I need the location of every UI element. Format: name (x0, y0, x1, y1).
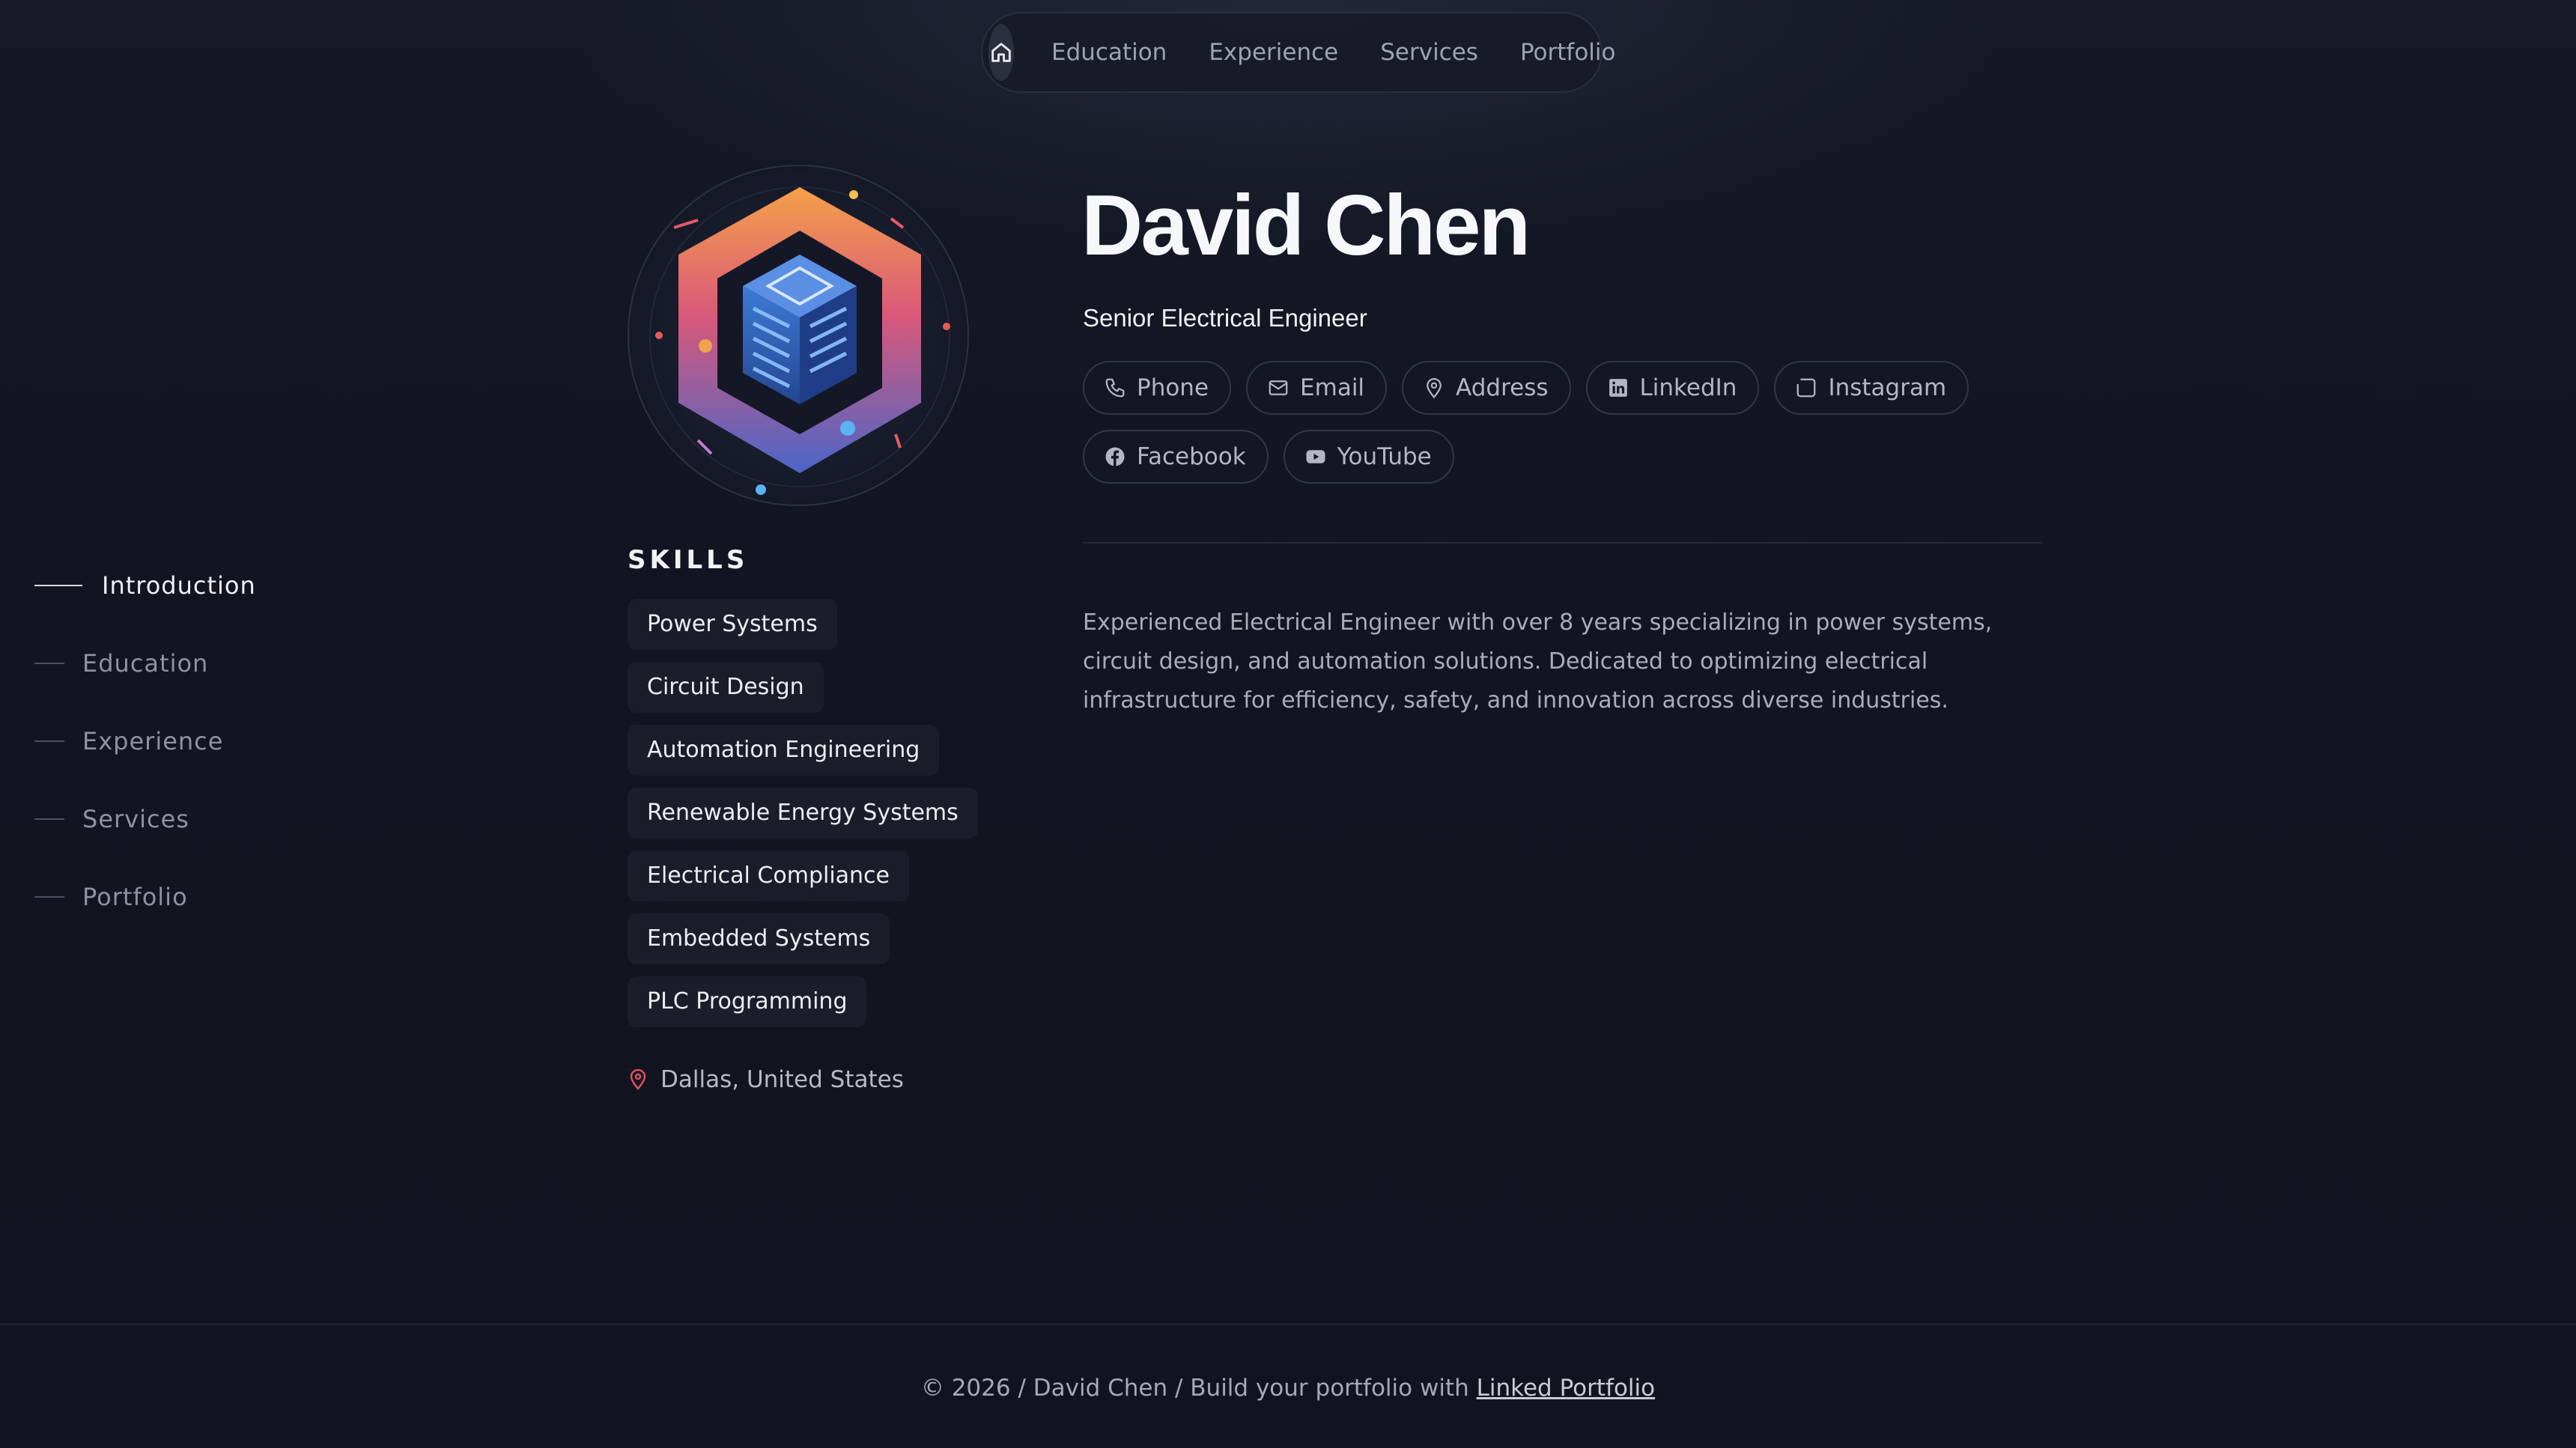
linkedin-button[interactable]: LinkedIn (1585, 361, 1760, 415)
indicator-line (34, 663, 64, 664)
youtube-icon (1306, 450, 1325, 463)
sidenav-label: Portfolio (82, 883, 188, 911)
sidenav-item-introduction[interactable]: Introduction (34, 547, 256, 624)
top-nav: Education Experience Services Portfolio (981, 12, 1616, 93)
topnav-education[interactable]: Education (1030, 39, 1188, 66)
location: Dallas, United States (629, 1066, 904, 1093)
skill-chip: Automation Engineering (628, 725, 940, 776)
topnav-services[interactable]: Services (1359, 39, 1499, 66)
linkedin-icon (1609, 379, 1627, 397)
indicator-line (34, 818, 64, 820)
avatar (628, 165, 969, 506)
location-text: Dallas, United States (660, 1066, 904, 1093)
phone-button[interactable]: Phone (1083, 361, 1232, 415)
mail-icon (1269, 380, 1288, 395)
linked-portfolio-link[interactable]: Linked Portfolio (1477, 1375, 1656, 1402)
indicator-line (34, 740, 64, 742)
instagram-label: Instagram (1828, 374, 1947, 401)
email-button[interactable]: Email (1246, 361, 1388, 415)
section-divider (1083, 542, 2043, 544)
sidenav-label: Introduction (102, 571, 256, 600)
sidenav-item-services[interactable]: Services (34, 780, 256, 858)
sidenav-item-education[interactable]: Education (34, 624, 256, 702)
footer: © 2026 / David Chen / Build your portfol… (0, 1375, 2576, 1402)
map-pin-icon (1427, 378, 1442, 399)
topnav-portfolio[interactable]: Portfolio (1499, 39, 1637, 66)
phone-label: Phone (1137, 374, 1209, 401)
facebook-label: Facebook (1137, 443, 1246, 470)
side-nav: Introduction Education Experience Servic… (34, 547, 256, 936)
home-icon (991, 43, 1011, 62)
youtube-button[interactable]: YouTube (1283, 430, 1454, 484)
skill-chip: Power Systems (628, 599, 837, 650)
sidenav-label: Education (82, 649, 209, 678)
map-pin-icon (630, 1069, 646, 1090)
active-indicator-line (34, 585, 82, 586)
sidenav-item-experience[interactable]: Experience (34, 702, 256, 780)
footer-text: © 2026 / David Chen / Build your portfol… (920, 1375, 1477, 1402)
sidenav-item-portfolio[interactable]: Portfolio (34, 858, 256, 936)
skills-heading: SKILLS (628, 545, 749, 575)
skill-chip: Embedded Systems (628, 913, 890, 964)
footer-divider (0, 1324, 2576, 1325)
topnav-experience[interactable]: Experience (1188, 39, 1359, 66)
phone-icon (1105, 378, 1125, 398)
instagram-button[interactable]: Instagram (1774, 361, 1969, 415)
contact-links: Phone Email Address LinkedIn Instagram F… (1083, 361, 1981, 499)
avatar-illustration (649, 186, 950, 495)
instagram-icon (1797, 378, 1816, 398)
address-label: Address (1456, 374, 1549, 401)
profile-role: Senior Electrical Engineer (1083, 304, 1367, 332)
address-button[interactable]: Address (1402, 361, 1571, 415)
facebook-button[interactable]: Facebook (1083, 430, 1269, 484)
skill-chip: Circuit Design (628, 662, 824, 713)
profile-name: David Chen (1081, 178, 1531, 273)
facebook-icon (1105, 447, 1125, 466)
sidenav-label: Experience (82, 727, 224, 755)
email-label: Email (1300, 374, 1365, 401)
profile-bio: Experienced Electrical Engineer with ove… (1083, 609, 1993, 714)
skill-chip: PLC Programming (628, 976, 867, 1027)
linkedin-label: LinkedIn (1639, 374, 1737, 401)
sidenav-label: Services (82, 805, 189, 833)
skill-chip: Electrical Compliance (628, 851, 910, 901)
home-button[interactable] (988, 24, 1014, 81)
skills-list: Power Systems Circuit Design Automation … (628, 599, 978, 1039)
indicator-line (34, 896, 64, 898)
skill-chip: Renewable Energy Systems (628, 788, 978, 839)
youtube-label: YouTube (1337, 443, 1432, 470)
